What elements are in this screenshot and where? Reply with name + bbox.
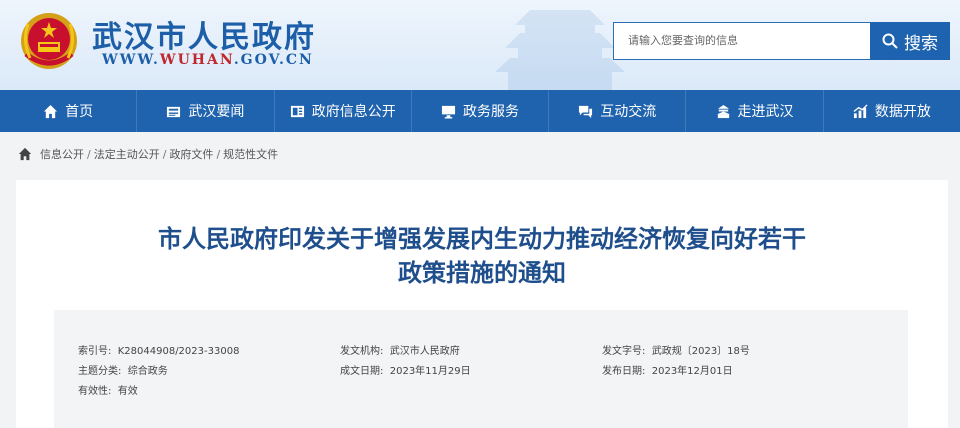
document-title-line: 政策措施的通知 bbox=[398, 259, 566, 287]
document-card: 市人民政府印发关于增强发展内生动力推动经济恢复向好若干 政策措施的通知 索引号:… bbox=[16, 180, 948, 428]
nav-item-gov-info[interactable]: 政府信息公开 bbox=[275, 90, 412, 132]
meta-value: K28044908/2023-33008 bbox=[117, 346, 240, 357]
site-url[interactable]: WWW.WUHAN.GOV.CN bbox=[102, 52, 314, 68]
meta-value: 武汉市人民政府 bbox=[389, 346, 460, 357]
document-title: 市人民政府印发关于增强发展内生动力推动经济恢复向好若干 政策措施的通知 bbox=[16, 222, 948, 290]
monitor-icon bbox=[441, 105, 456, 119]
document-title-line: 市人民政府印发关于增强发展内生动力推动经济恢复向好若干 bbox=[158, 225, 806, 253]
breadcrumb-separator: / bbox=[216, 147, 221, 161]
meta-published: 发布日期: 2023年12月01日 bbox=[602, 362, 733, 377]
nav-label: 政务服务 bbox=[462, 104, 519, 120]
nav-label: 数据开放 bbox=[874, 104, 931, 120]
nav-item-open-data[interactable]: 数据开放 bbox=[824, 90, 960, 132]
breadcrumb-separator: / bbox=[162, 147, 167, 161]
meta-index: 索引号: K28044908/2023-33008 bbox=[78, 342, 239, 357]
breadcrumb-item[interactable]: 信息公开 bbox=[40, 146, 84, 162]
site-url-highlight: WUHAN bbox=[159, 52, 234, 68]
breadcrumb: 信息公开 / 法定主动公开 / 政府文件 / 规范性文件 bbox=[0, 132, 960, 176]
breadcrumb-separator: / bbox=[87, 147, 91, 161]
meta-created: 成文日期: 2023年11月29日 bbox=[340, 362, 471, 377]
chat-icon bbox=[579, 105, 593, 118]
nav-item-services[interactable]: 政务服务 bbox=[412, 90, 550, 132]
chart-icon bbox=[853, 103, 868, 118]
national-emblem-icon bbox=[21, 13, 77, 69]
search-icon bbox=[882, 33, 898, 49]
site-header: 武汉市人民政府 WWW.WUHAN.GOV.CN 请输入您要查询的信息 搜索 bbox=[0, 0, 960, 90]
meta-label: 有效性: bbox=[78, 386, 112, 397]
meta-label: 索引号: bbox=[78, 346, 112, 357]
newspaper-icon bbox=[167, 106, 181, 117]
meta-validity: 有效性: 有效 bbox=[78, 382, 138, 397]
nav-label: 互动交流 bbox=[600, 104, 657, 120]
search-box: 请输入您要查询的信息 搜索 bbox=[613, 22, 950, 60]
nav-item-about-wuhan[interactable]: 走进武汉 bbox=[686, 90, 824, 132]
meta-issuer: 发文机构: 武汉市人民政府 bbox=[340, 342, 460, 357]
main-nav: 首页 武汉要闻 政府信息公开 政务服务 互动交流 走进武汉 数据开放 bbox=[0, 90, 960, 132]
nav-label: 首页 bbox=[65, 104, 94, 120]
meta-label: 发布日期: bbox=[602, 366, 646, 377]
meta-topic: 主题分类: 综合政务 bbox=[78, 362, 168, 377]
meta-value: 2023年12月01日 bbox=[651, 366, 733, 377]
building-icon bbox=[716, 104, 730, 118]
site-url-suffix: .GOV.CN bbox=[233, 52, 314, 68]
meta-label: 发文字号: bbox=[602, 346, 646, 357]
breadcrumb-item[interactable]: 政府文件 bbox=[169, 146, 213, 162]
nav-label: 走进武汉 bbox=[737, 104, 794, 120]
home-icon bbox=[44, 104, 58, 118]
document-meta: 索引号: K28044908/2023-33008 发文机构: 武汉市人民政府 … bbox=[54, 310, 908, 428]
search-button-label: 搜索 bbox=[904, 33, 938, 54]
nav-item-interaction[interactable]: 互动交流 bbox=[549, 90, 687, 132]
search-input[interactable]: 请输入您要查询的信息 bbox=[613, 22, 870, 60]
meta-label: 主题分类: bbox=[78, 366, 122, 377]
nav-item-news[interactable]: 武汉要闻 bbox=[137, 90, 275, 132]
info-icon bbox=[290, 105, 304, 117]
nav-item-home[interactable]: 首页 bbox=[0, 90, 138, 132]
meta-label: 成文日期: bbox=[340, 366, 384, 377]
site-url-prefix: WWW. bbox=[102, 52, 160, 68]
meta-value: 武政规〔2023〕18号 bbox=[651, 346, 750, 357]
meta-docno: 发文字号: 武政规〔2023〕18号 bbox=[602, 342, 750, 357]
site-name: 武汉市人民政府 bbox=[92, 20, 316, 55]
breadcrumb-item[interactable]: 法定主动公开 bbox=[94, 146, 160, 162]
meta-label: 发文机构: bbox=[340, 346, 384, 357]
home-icon[interactable] bbox=[18, 147, 32, 161]
search-button[interactable]: 搜索 bbox=[870, 22, 950, 60]
meta-value: 2023年11月29日 bbox=[389, 366, 471, 377]
breadcrumb-item[interactable]: 规范性文件 bbox=[223, 146, 278, 162]
meta-value: 综合政务 bbox=[127, 366, 168, 377]
nav-label: 武汉要闻 bbox=[188, 104, 245, 120]
meta-value: 有效 bbox=[117, 386, 138, 397]
nav-label: 政府信息公开 bbox=[311, 104, 396, 120]
